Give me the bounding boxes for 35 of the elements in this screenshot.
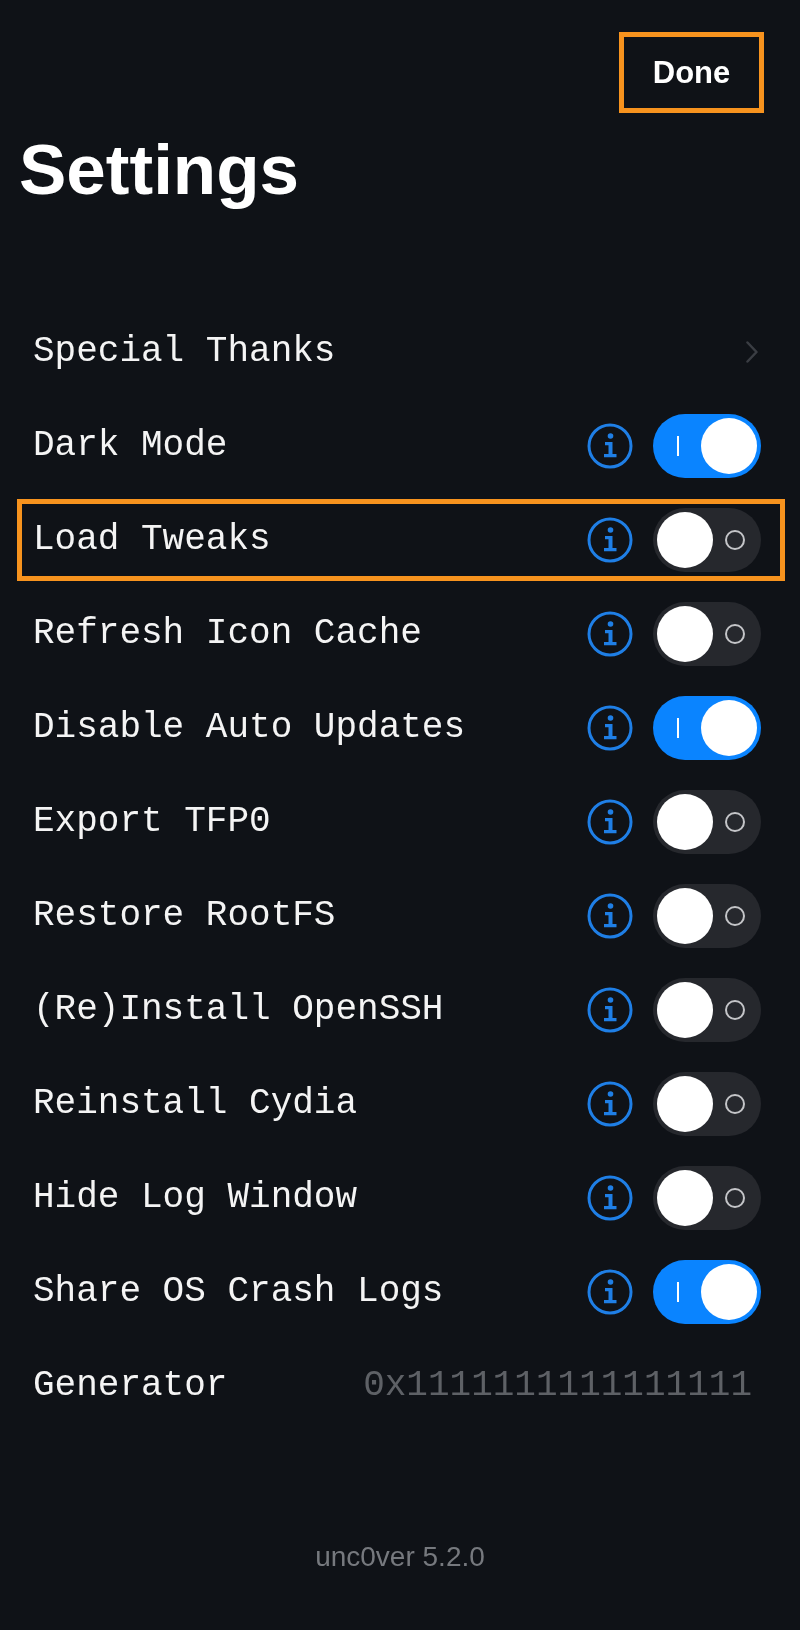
row-label: Generator <box>33 1364 228 1408</box>
info-icon[interactable] <box>587 799 633 845</box>
line-icon <box>677 718 679 738</box>
row-label: Refresh Icon Cache <box>33 612 422 656</box>
row-label: Share OS Crash Logs <box>33 1270 444 1314</box>
line-icon <box>677 1282 679 1302</box>
row-label: Reinstall Cydia <box>33 1082 358 1126</box>
info-icon[interactable] <box>587 517 633 563</box>
info-icon[interactable] <box>587 1269 633 1315</box>
info-icon[interactable] <box>587 705 633 751</box>
line-icon <box>677 436 679 456</box>
row-label: Special Thanks <box>33 330 336 374</box>
row-label: Disable Auto Updates <box>33 706 466 750</box>
row-label: (Re)Install OpenSSH <box>33 988 444 1032</box>
info-icon[interactable] <box>587 893 633 939</box>
ring-icon <box>725 1094 745 1114</box>
done-button[interactable]: Done <box>619 32 764 113</box>
ring-icon <box>725 812 745 832</box>
info-icon[interactable] <box>587 1175 633 1221</box>
ring-icon <box>725 1000 745 1020</box>
version-label: unc0ver 5.2.0 <box>315 1540 485 1574</box>
row-label: Load Tweaks <box>33 518 271 562</box>
info-icon[interactable] <box>587 611 633 657</box>
info-icon[interactable] <box>587 423 633 469</box>
info-icon[interactable] <box>587 987 633 1033</box>
row-label: Restore RootFS <box>33 894 336 938</box>
row-label: Export TFP0 <box>33 800 271 844</box>
row-label: Hide Log Window <box>33 1176 358 1220</box>
row-label: Dark Mode <box>33 424 228 468</box>
ring-icon <box>725 530 745 550</box>
ring-icon <box>725 624 745 644</box>
chevron-icon <box>746 341 758 363</box>
info-icon[interactable] <box>587 1081 633 1127</box>
ring-icon <box>725 906 745 926</box>
ring-icon <box>725 1188 745 1208</box>
